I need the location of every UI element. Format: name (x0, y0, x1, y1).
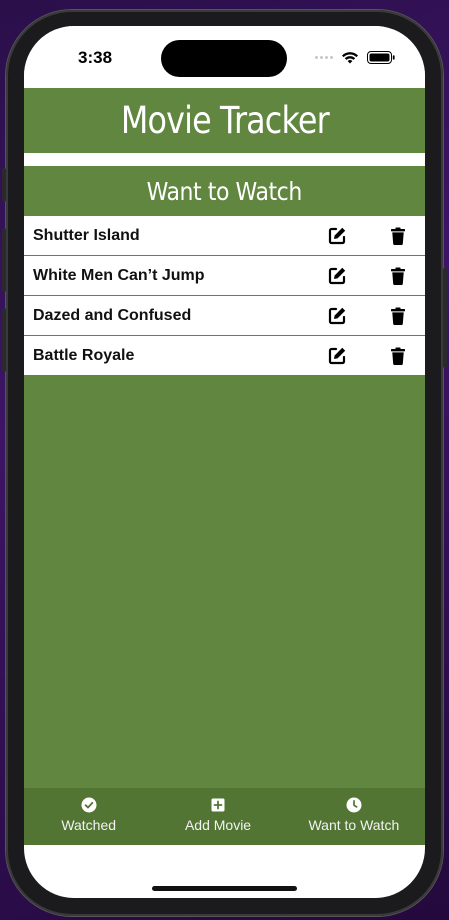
volume-down-button (2, 308, 6, 372)
action-button (2, 168, 6, 202)
trash-icon[interactable] (388, 226, 408, 246)
trash-icon[interactable] (388, 306, 408, 326)
check-circle-icon (81, 797, 97, 813)
tab-label: Want to Watch (308, 817, 400, 833)
clock-icon (346, 797, 362, 813)
dynamic-island (161, 40, 287, 77)
list-item: Battle Royale (24, 336, 425, 376)
edit-icon[interactable] (327, 226, 347, 246)
battery-icon (367, 51, 395, 64)
status-icons (315, 51, 395, 64)
list-item: Dazed and Confused (24, 296, 425, 336)
edit-icon[interactable] (327, 346, 347, 366)
tab-add-movie[interactable]: Add Movie (153, 788, 282, 845)
status-time: 3:38 (78, 48, 113, 67)
movie-title: Dazed and Confused (33, 306, 192, 324)
tab-want-to-watch[interactable]: Want to Watch (283, 788, 425, 845)
movie-list: Shutter Island White Men Can’t Jump Daze… (24, 216, 425, 788)
app-screen: 3:38 Movie Tracker Want to Watch Shutter (24, 26, 425, 898)
section-header: Want to Watch (24, 166, 425, 216)
tab-label: Watched (61, 817, 117, 833)
app-title: Movie Tracker (120, 99, 330, 142)
tab-label: Add Movie (184, 817, 252, 833)
tab-watched[interactable]: Watched (24, 788, 153, 845)
list-item: Shutter Island (24, 216, 425, 256)
list-item: White Men Can’t Jump (24, 256, 425, 296)
cellular-signal-icon (315, 56, 333, 59)
movie-title: Shutter Island (33, 226, 140, 244)
section-title: Want to Watch (146, 176, 303, 206)
trash-icon[interactable] (388, 346, 408, 366)
movie-title: White Men Can’t Jump (33, 266, 205, 284)
app-header: Movie Tracker (24, 88, 425, 153)
trash-icon[interactable] (388, 266, 408, 286)
volume-up-button (2, 228, 6, 292)
movie-title: Battle Royale (33, 346, 135, 364)
edit-icon[interactable] (327, 266, 347, 286)
wifi-icon (342, 52, 358, 64)
tab-bar: Watched Add Movie Want to Watch (24, 788, 425, 845)
plus-square-icon (211, 798, 225, 812)
home-indicator[interactable] (152, 886, 297, 891)
status-bar: 3:38 (24, 26, 425, 88)
power-button (443, 268, 447, 368)
edit-icon[interactable] (327, 306, 347, 326)
